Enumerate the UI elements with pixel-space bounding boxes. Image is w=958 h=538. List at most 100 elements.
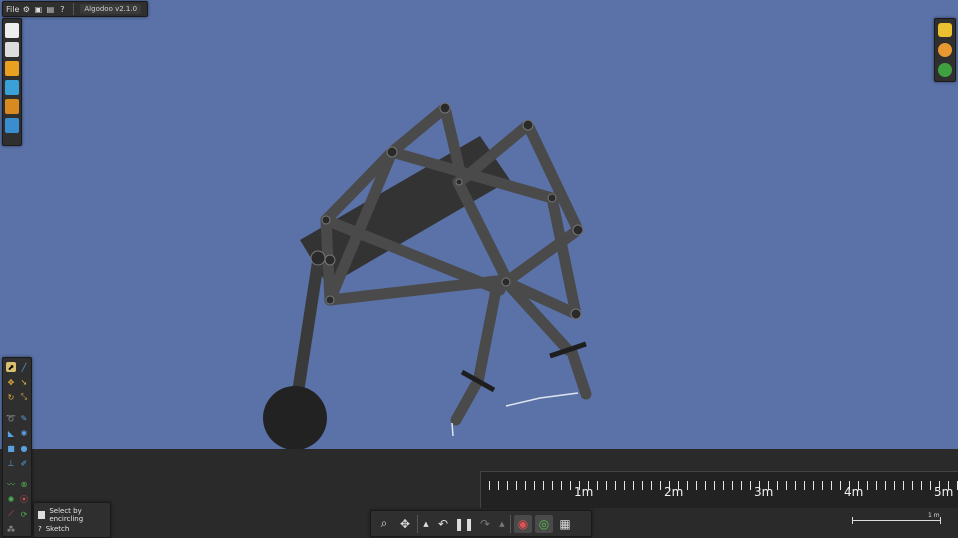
ruler-tick	[633, 481, 634, 490]
drag-tool-icon[interactable]: ➘	[19, 377, 29, 387]
ruler-tick	[777, 481, 778, 490]
ruler-tick	[597, 481, 598, 490]
ruler-tick	[696, 481, 697, 490]
pause-icon[interactable]: ❚❚	[454, 515, 474, 533]
chevron-up-icon[interactable]: ▲	[421, 515, 431, 533]
ruler-tick	[642, 481, 643, 490]
zoom-icon[interactable]	[938, 63, 952, 77]
pan-tool-icon[interactable]: ✥	[396, 515, 414, 533]
ruler-tick	[750, 481, 751, 490]
help-icon[interactable]: ?	[57, 4, 67, 14]
scale-label: 1 m	[928, 512, 940, 519]
ruler-tick	[516, 481, 517, 490]
sketch-option[interactable]: ? Sketch	[38, 525, 69, 533]
ruler-tick	[831, 481, 832, 490]
laser-tool-icon[interactable]: ⟋	[6, 509, 16, 519]
grid-icon[interactable]: ▦	[556, 515, 574, 533]
save-as-icon[interactable]	[5, 118, 19, 133]
top-menu-bar: File ⚙ ▣ ▤ ? Algodoo v2.1.0	[2, 1, 148, 17]
wheel[interactable]	[263, 386, 327, 450]
thruster-tool-icon[interactable]: ✺	[6, 494, 16, 504]
ruler-tick	[903, 481, 904, 490]
move-tool-icon[interactable]: ✥	[6, 377, 16, 387]
ruler-tick	[876, 481, 877, 490]
rope-tool-icon[interactable]: ➰	[6, 413, 16, 423]
undo-icon[interactable]: ↶	[434, 515, 452, 533]
ruler: 1m 2m 3m 4m 5m	[480, 471, 958, 508]
texture-tool-icon[interactable]: ⁂	[6, 524, 16, 534]
tracer-tool-icon[interactable]: ⦿	[19, 494, 29, 504]
ruler-tick	[687, 481, 688, 490]
scale-bar: 1 m	[852, 512, 942, 525]
cut-tool-icon[interactable]: ╱	[19, 362, 29, 372]
open-folder-icon[interactable]	[5, 61, 19, 76]
ruler-tick	[651, 481, 652, 490]
ruler-label: 5m	[934, 485, 954, 499]
layers-icon[interactable]	[938, 23, 952, 37]
option-label: Select by encircling	[49, 507, 84, 523]
sim-icon-2[interactable]: ◎	[535, 514, 553, 533]
checkbox[interactable]	[38, 511, 46, 519]
window-icon[interactable]: ▣	[33, 4, 43, 14]
open-online-icon[interactable]	[5, 80, 19, 95]
scale-tool-icon[interactable]: ⤡	[19, 392, 29, 402]
sketch-tool-icon[interactable]: ✎	[19, 413, 29, 423]
select-by-encircling-option[interactable]: Select by encircling	[38, 507, 110, 523]
ruler-tick	[786, 481, 787, 490]
redo-icon[interactable]: ↷	[476, 515, 494, 533]
chain-tool-icon[interactable]: ⟳	[19, 509, 29, 519]
select-tool-icon[interactable]: ⬈	[6, 362, 16, 372]
ruler-tick	[723, 481, 724, 490]
help-icon: ?	[38, 525, 42, 533]
plane-tool-icon[interactable]: ◣	[6, 428, 16, 438]
scene-icon[interactable]: ▤	[45, 4, 55, 14]
palette-icon[interactable]	[938, 43, 952, 57]
chevron-up-icon[interactable]: ▲	[497, 515, 507, 533]
ruler-tick	[543, 481, 544, 490]
ruler-tick	[885, 481, 886, 490]
ruler-tick	[840, 481, 841, 490]
brush-tool-icon[interactable]: ✐	[19, 458, 29, 468]
playback-toolbar: ⌕ ✥ ▲ ↶ ❚❚ ↷ ▲ ◉ ◎ ▦	[370, 510, 592, 537]
rotate-tool-icon[interactable]: ↻	[6, 392, 16, 402]
ruler-label: 4m	[844, 485, 864, 499]
version-label: Algodoo v2.1.0	[80, 4, 142, 14]
ruler-tick	[570, 481, 571, 490]
ruler-label: 2m	[664, 485, 684, 499]
box-tool-icon[interactable]: ■	[6, 443, 16, 453]
file-toolbar	[2, 18, 22, 146]
ruler-tick	[507, 481, 508, 490]
scale-end	[852, 517, 853, 524]
ruler-tick	[498, 481, 499, 490]
spring-tool-icon[interactable]: 〰	[6, 479, 16, 489]
wheel-strut[interactable]	[292, 256, 324, 398]
ruler-label: 1m	[574, 485, 594, 499]
ruler-tick	[489, 481, 490, 490]
ruler-tick	[921, 481, 922, 490]
ruler-label: 3m	[754, 485, 774, 499]
hinge-tool-icon[interactable]: ⊗	[19, 479, 29, 489]
ruler-tick	[867, 481, 868, 490]
new-scene-icon[interactable]	[5, 23, 19, 38]
ruler-tick	[930, 481, 931, 490]
save-icon[interactable]	[5, 99, 19, 114]
circle-tool-icon[interactable]: ●	[19, 443, 29, 453]
scale-line	[852, 520, 940, 521]
file-menu[interactable]: File	[6, 5, 19, 14]
sim-icon-1[interactable]: ◉	[514, 514, 532, 533]
zoom-tool-icon[interactable]: ⌕	[375, 515, 393, 533]
ruler-tick	[732, 481, 733, 490]
ruler-tick	[624, 481, 625, 490]
ruler-tick	[525, 481, 526, 490]
gear-icon[interactable]: ⚙	[21, 4, 31, 14]
reset-icon[interactable]	[5, 42, 19, 57]
ruler-tick	[822, 481, 823, 490]
ruler-tick	[714, 481, 715, 490]
tools-palette: ⬈ ╱ ✥ ➘ ↻ ⤡ ➰ ✎ ◣ ✱ ■ ● ⊥ ✐ 〰 ⊗ ✺ ⦿ ⟋ ⟳ …	[2, 357, 32, 537]
ruler-tick	[705, 481, 706, 490]
separator	[510, 514, 511, 533]
gear-tool-icon[interactable]: ✱	[19, 428, 29, 438]
fixate-tool-icon[interactable]: ⊥	[6, 458, 16, 468]
right-toolbar	[934, 18, 956, 82]
ruler-tick	[795, 481, 796, 490]
